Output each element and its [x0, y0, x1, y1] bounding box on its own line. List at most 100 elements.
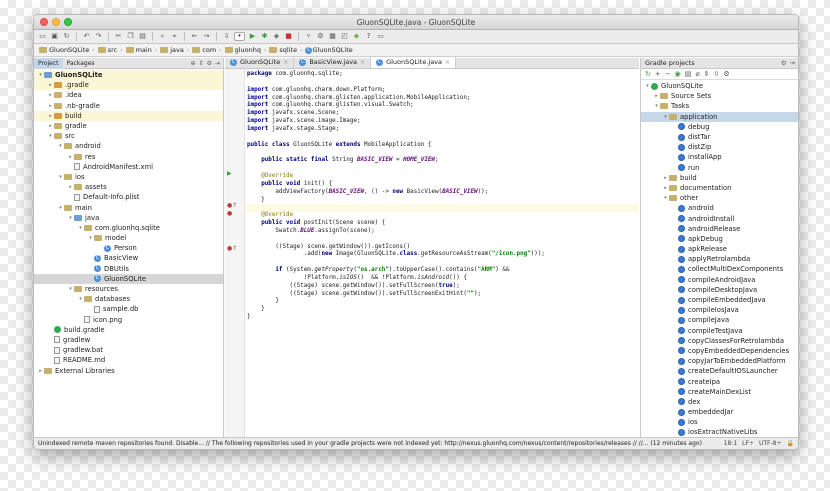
gradle-task-item[interactable]: ▾ GluonSQLite — [641, 81, 798, 91]
gradle-task-item[interactable]: androidRelease — [641, 224, 798, 234]
code-line[interactable]: package com.gluonhq.sqlite; — [245, 71, 639, 79]
vcs-icon[interactable]: ⑂ — [304, 32, 313, 41]
gradle-task-item[interactable]: createIpa — [641, 376, 798, 386]
expand-arrow-icon[interactable]: ▾ — [67, 286, 74, 292]
gradle-task-item[interactable]: ▾ application — [641, 111, 798, 122]
gradle-task-item[interactable]: copyEmbeddedDependencies — [641, 346, 798, 356]
debug-icon[interactable]: ✱ — [260, 32, 269, 41]
sync-icon[interactable]: ↻ — [62, 32, 71, 41]
gradle-task-item[interactable]: embeddedJar — [641, 407, 798, 417]
structure-icon[interactable]: ▦ — [328, 32, 337, 41]
gradle-task-item[interactable]: applyRetrolambda — [641, 254, 798, 264]
project-tree-item[interactable]: ▾ model — [34, 233, 223, 243]
gradle-task-item[interactable]: collectMultiDexComponents — [641, 264, 798, 274]
breakpoint-icon[interactable]: ● — [227, 210, 232, 218]
project-tree-item[interactable]: ▸ res — [34, 152, 223, 162]
code-line[interactable]: } — [245, 314, 639, 322]
open-folder-icon[interactable]: ▭ — [38, 32, 47, 41]
undo-icon[interactable]: ↶ — [82, 32, 91, 41]
expand-arrow-icon[interactable]: ▸ — [653, 93, 660, 99]
status-message[interactable]: Unindexed remote maven repositories foun… — [38, 438, 724, 449]
expand-arrow-icon[interactable]: ▾ — [87, 235, 94, 241]
project-tree-item[interactable]: ▾ java — [34, 213, 223, 223]
code-line[interactable]: Swatch.BLUE.assignTo(scene); — [245, 228, 639, 236]
project-tree-item[interactable]: ▾ GluonSQLite — [34, 70, 223, 81]
gradle-task-item[interactable]: createMainDexList — [641, 387, 798, 397]
expand-arrow-icon[interactable]: ▾ — [77, 296, 84, 302]
code-line[interactable]: import javafx.scene.Scene; — [245, 110, 639, 118]
expand-arrow-icon[interactable]: ▸ — [47, 113, 54, 119]
code-line[interactable]: import com.gluonhq.charm.down.Platform; — [245, 87, 639, 95]
gradle-hide-icon[interactable]: ⇥ — [790, 58, 795, 68]
forward-icon[interactable]: → — [202, 32, 211, 41]
project-tree-item[interactable]: README.md — [34, 355, 223, 365]
breadcrumb-item[interactable]: sqlite — [267, 46, 299, 54]
breadcrumb-item[interactable]: gluonhq — [223, 46, 263, 54]
breadcrumb-item[interactable]: src — [96, 46, 120, 54]
gradle-task-item[interactable]: compileJava — [641, 315, 798, 325]
terminal-icon[interactable]: ▭ — [376, 32, 385, 41]
help-icon[interactable]: ? — [364, 32, 373, 41]
project-tree-item[interactable]: ▸ build — [34, 110, 223, 121]
code-line[interactable]: } — [245, 197, 639, 205]
expand-arrow-icon[interactable]: ▸ — [47, 82, 54, 88]
run-config-selector[interactable]: ▾ — [234, 32, 245, 41]
code-line[interactable]: addViewFactory(BASIC_VIEW, () -> new Bas… — [245, 189, 639, 197]
code-line[interactable]: public void init() { — [245, 181, 639, 189]
close-tab-icon[interactable]: × — [360, 57, 365, 68]
override-gutter-icon[interactable]: ●↑ — [227, 202, 237, 210]
project-tree-item[interactable]: Default-Info.plist — [34, 192, 223, 202]
gradle-settings-icon[interactable]: ⚙ — [781, 58, 787, 68]
tab-packages[interactable]: Packages — [63, 58, 99, 69]
expand-arrow-icon[interactable]: ▸ — [662, 185, 669, 191]
gradle-task-item[interactable]: run — [641, 163, 798, 173]
breadcrumb-item[interactable]: GluonSQLite — [37, 46, 91, 54]
project-tree-item[interactable]: ▸ .idea — [34, 90, 223, 100]
gradle-task-item[interactable]: ▸ documentation — [641, 183, 798, 193]
hide-panel-icon[interactable]: ⇥ — [215, 60, 220, 67]
code-line[interactable]: import javafx.scene.image.Image; — [245, 118, 639, 126]
replace-icon[interactable]: ⌖ — [170, 32, 179, 41]
expand-arrow-icon[interactable]: ▾ — [57, 174, 64, 180]
code-line[interactable]: if (System.getProperty("os.arch").toUppe… — [245, 267, 639, 275]
expand-arrow-icon[interactable]: ▾ — [57, 205, 64, 211]
caret-position[interactable]: 18:1 — [724, 438, 737, 449]
refresh-icon[interactable]: ↻ — [645, 70, 651, 78]
coverage-icon[interactable]: ◈ — [272, 32, 281, 41]
android-icon[interactable]: ◆ — [352, 32, 361, 41]
scroll-from-source-icon[interactable]: ⊕ — [191, 60, 196, 67]
run-icon[interactable]: ▶ — [248, 32, 257, 41]
save-all-icon[interactable]: ▣ — [50, 32, 59, 41]
code-line[interactable] — [245, 79, 639, 87]
code-line[interactable]: ((Stage) scene.getWindow()).setFullScree… — [245, 291, 639, 299]
project-tree-item[interactable]: build.gradle — [34, 325, 223, 335]
run-gutter-icon[interactable]: ▶ — [227, 170, 232, 178]
project-tree-item[interactable]: C Person — [34, 243, 223, 253]
paste-icon[interactable]: ▤ — [138, 32, 147, 41]
code-line[interactable]: ((Stage) scene.getWindow()).setFullScree… — [245, 283, 639, 291]
tab-project[interactable]: Project — [34, 57, 63, 69]
execute-task-icon[interactable]: ▤ — [685, 70, 692, 78]
gradle-task-item[interactable]: apkDebug — [641, 234, 798, 244]
expand-arrow-icon[interactable]: ▸ — [67, 184, 74, 190]
code-line[interactable]: public void postInit(Scene scene) { — [245, 220, 639, 228]
find-icon[interactable]: ⌕ — [158, 32, 167, 41]
gradle-task-item[interactable]: androidInstall — [641, 213, 798, 223]
code-line[interactable] — [245, 165, 639, 173]
code-line[interactable]: @Override — [245, 173, 639, 181]
cut-icon[interactable]: ✂ — [114, 32, 123, 41]
project-tree-item[interactable]: ▾ android — [34, 141, 223, 151]
close-tab-icon[interactable]: × — [445, 57, 450, 68]
code-editor[interactable]: package com.gluonhq.sqlite; import com.g… — [245, 71, 639, 322]
expand-all-icon[interactable]: ⇕ — [704, 70, 710, 78]
project-tree-item[interactable]: ▸ .gradle — [34, 80, 223, 91]
panel-settings-icon[interactable]: ⚙ — [207, 60, 212, 67]
gradle-task-item[interactable]: compileDesktopJava — [641, 285, 798, 295]
editor-tab[interactable]: C BasicView.java × — [294, 57, 372, 68]
gradle-task-item[interactable]: copyClassesForRetrolambda — [641, 336, 798, 346]
gradle-task-item[interactable]: dex — [641, 397, 798, 407]
code-line[interactable]: !Platform.isIOS() && !Platform.isAndroid… — [245, 275, 639, 283]
project-tree-item[interactable]: icon.png — [34, 315, 223, 325]
expand-arrow-icon[interactable]: ▾ — [47, 133, 54, 139]
collapse-all-icon[interactable]: ⇕ — [199, 60, 204, 67]
